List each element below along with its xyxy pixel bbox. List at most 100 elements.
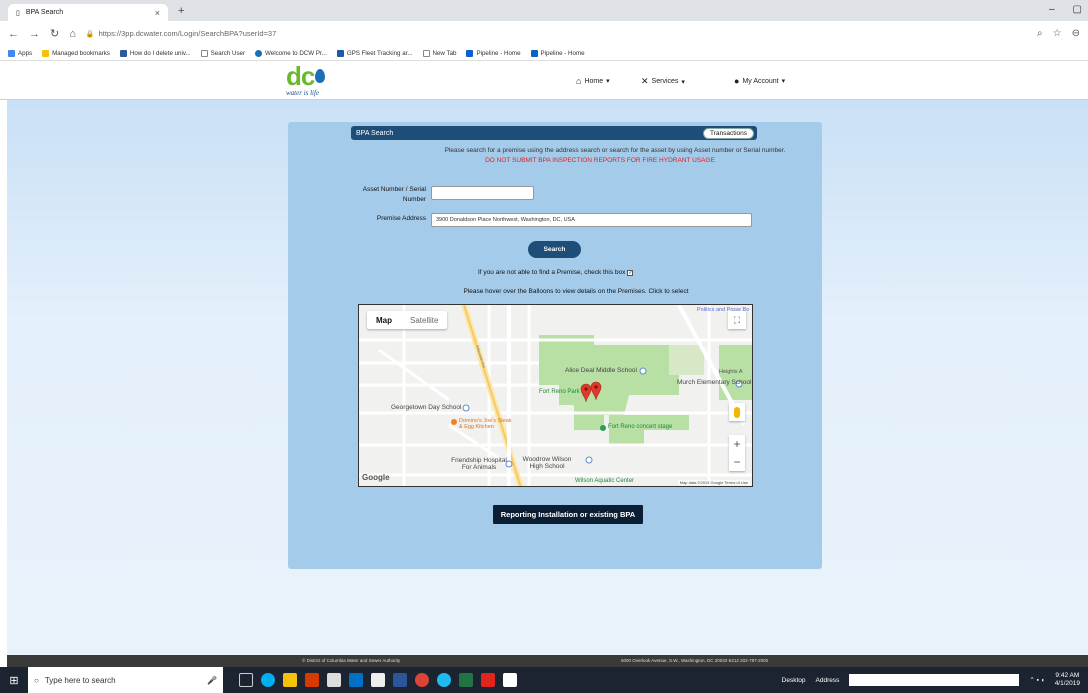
- nav-services[interactable]: ✕ Services ▾: [641, 76, 685, 87]
- browser-tab[interactable]: ▯ BPA Search ×: [8, 4, 168, 21]
- poi-icon: [462, 404, 470, 412]
- reload-icon[interactable]: ↻: [50, 27, 59, 40]
- tray-icons[interactable]: ⌃ ▪ ◖: [1029, 676, 1044, 684]
- address-toolbar-input[interactable]: [849, 674, 1020, 686]
- outlook-icon[interactable]: [349, 673, 363, 687]
- map-attribution[interactable]: Map data ©2019 Google Terms of Use: [677, 480, 750, 485]
- zoom-icon[interactable]: ⌕: [1037, 28, 1043, 39]
- bookmarks-bar: Apps Managed bookmarks How do I delete u…: [0, 46, 1088, 61]
- transactions-button[interactable]: Transactions: [703, 128, 754, 139]
- site-icon: [336, 49, 344, 57]
- poi-icon: [585, 456, 593, 464]
- taskbar-search-box[interactable]: ○ Type here to search 🎤: [28, 667, 223, 693]
- bookmark-item[interactable]: How do I delete univ...: [119, 49, 191, 57]
- desktop-toolbar[interactable]: Desktop: [782, 677, 806, 684]
- caret-down-icon: ▾: [781, 78, 786, 85]
- profile-icon[interactable]: ⊖: [1072, 28, 1080, 39]
- site-icon: [119, 49, 127, 57]
- photos-icon[interactable]: [503, 673, 517, 687]
- bookmark-item[interactable]: Pipeline - Home: [466, 49, 521, 57]
- windows-taskbar: ⊞ ○ Type here to search 🎤 Desktop Addres…: [0, 667, 1088, 693]
- bookmark-item[interactable]: Pipeline - Home: [530, 49, 585, 57]
- map-type-satellite-button[interactable]: Satellite: [401, 311, 447, 329]
- address-bar[interactable]: 🔒 https://3pp.dcwater.com/Login/SearchBP…: [86, 29, 276, 38]
- map-label-concert-stage: Fort Reno concert stage: [608, 424, 673, 430]
- dc-water-logo[interactable]: dc water is life: [286, 63, 346, 99]
- road: [378, 348, 450, 402]
- map-marker-dot: [594, 385, 598, 389]
- microphone-icon[interactable]: 🎤: [207, 676, 217, 685]
- taskbar-search-placeholder: Type here to search: [44, 675, 116, 685]
- bookmark-managed[interactable]: Managed bookmarks: [42, 49, 110, 57]
- skype-icon[interactable]: [261, 673, 275, 687]
- map-label-georgetown-day: Georgetown Day School: [391, 404, 462, 411]
- zoom-out-button[interactable]: −: [733, 455, 740, 469]
- asset-number-input[interactable]: [431, 186, 534, 200]
- forward-icon[interactable]: →: [29, 28, 40, 40]
- bookmark-item[interactable]: Welcome to DCW Pr...: [255, 49, 327, 57]
- map-label-restaurant: Domino's Joe's Steak & Egg Kitchen: [459, 418, 512, 430]
- apps-icon: [8, 49, 15, 57]
- excel-icon[interactable]: [459, 673, 473, 687]
- word-icon[interactable]: [393, 673, 407, 687]
- chrome-icon[interactable]: [415, 673, 429, 687]
- report-bpa-button[interactable]: Reporting Installation or existing BPA: [493, 505, 643, 524]
- nav-home[interactable]: ⌂ Home ▾: [576, 76, 610, 86]
- office-app-icon[interactable]: [305, 673, 319, 687]
- folder-icon: [42, 49, 50, 57]
- intro-text: Please search for a premise using the ad…: [444, 147, 786, 154]
- restore-icon[interactable]: ▢: [1073, 4, 1082, 15]
- site-icon: [255, 49, 263, 57]
- nav-my-account[interactable]: ● My Account ▾: [734, 76, 785, 86]
- map-label-fort-reno-park: Fort Reno Park: [539, 389, 580, 395]
- bookmark-item[interactable]: Search User: [200, 49, 245, 57]
- fullscreen-icon[interactable]: ⛶: [728, 311, 746, 329]
- amazon-icon[interactable]: [371, 673, 385, 687]
- caret-down-icon: ▾: [606, 78, 610, 85]
- poi-icon: [639, 367, 647, 375]
- back-icon[interactable]: ←: [8, 28, 19, 40]
- tab-title: BPA Search: [25, 9, 64, 16]
- bookmark-apps[interactable]: Apps: [8, 49, 32, 57]
- asset-number-label: Asset Number / Serial Number: [362, 186, 426, 203]
- site-header: dc water is life ⌂ Home ▾ ✕ Services ▾ ●…: [0, 61, 1088, 100]
- home-icon[interactable]: ⌂: [69, 28, 76, 40]
- url-text: https://3pp.dcwater.com/Login/SearchBPA?…: [98, 29, 277, 38]
- zoom-in-button[interactable]: +: [733, 437, 740, 451]
- star-icon[interactable]: ☆: [1053, 28, 1062, 39]
- map-label-murch: Murch Elementary School: [677, 379, 752, 386]
- tools-icon: ✕: [641, 76, 649, 86]
- premise-not-found-checkbox[interactable]: ✓: [627, 269, 634, 276]
- park-area: [609, 415, 689, 445]
- main-content: BPA Search Transactions Please search fo…: [7, 100, 1088, 655]
- checkbox-label: If you are not able to find a Premise, c…: [478, 269, 626, 276]
- user-icon: ●: [734, 76, 740, 86]
- camera-icon[interactable]: [327, 673, 341, 687]
- new-tab-button[interactable]: +: [178, 5, 184, 17]
- acrobat-icon[interactable]: [481, 673, 495, 687]
- home-icon: ⌂: [576, 76, 582, 86]
- close-tab-icon[interactable]: ×: [155, 8, 160, 18]
- map-widget[interactable]: Alice Deal Middle School Fort Reno Park …: [358, 304, 753, 487]
- task-view-icon[interactable]: [239, 673, 253, 687]
- water-drop-icon: [315, 69, 326, 83]
- bookmark-item[interactable]: GPS Fleet Tracking ar...: [336, 49, 413, 57]
- footer-address: 5000 Overlook Avenue, S.W., Washington, …: [621, 658, 769, 663]
- map-type-map-button[interactable]: Map: [367, 311, 401, 329]
- map-label-woodrow-wilson: Woodrow Wilson High School: [522, 456, 572, 470]
- footer-copyright: © District of Columbia Water and Sewer A…: [302, 658, 401, 663]
- search-button[interactable]: Search: [528, 241, 581, 258]
- taskbar-clock[interactable]: 9:42 AM 4/1/2019: [1055, 672, 1080, 688]
- system-tray: Desktop Address ⌃ ▪ ◖ 9:42 AM 4/1/2019: [782, 672, 1088, 688]
- premise-address-input[interactable]: 3900 Donaldson Place Northwest, Washingt…: [431, 213, 752, 227]
- windows-start-icon[interactable]: ⊞: [0, 674, 28, 687]
- site-footer: © District of Columbia Water and Sewer A…: [7, 655, 1088, 667]
- street-view-pegman-icon[interactable]: [729, 403, 745, 421]
- lock-icon: 🔒: [85, 30, 95, 38]
- premise-address-label: Premise Address: [376, 215, 426, 222]
- bookmark-item[interactable]: New Tab: [422, 49, 456, 57]
- map-type-control: Map Satellite: [367, 311, 448, 329]
- file-explorer-icon[interactable]: [283, 673, 297, 687]
- internet-explorer-icon[interactable]: [437, 673, 451, 687]
- minimize-icon[interactable]: –: [1049, 4, 1055, 15]
